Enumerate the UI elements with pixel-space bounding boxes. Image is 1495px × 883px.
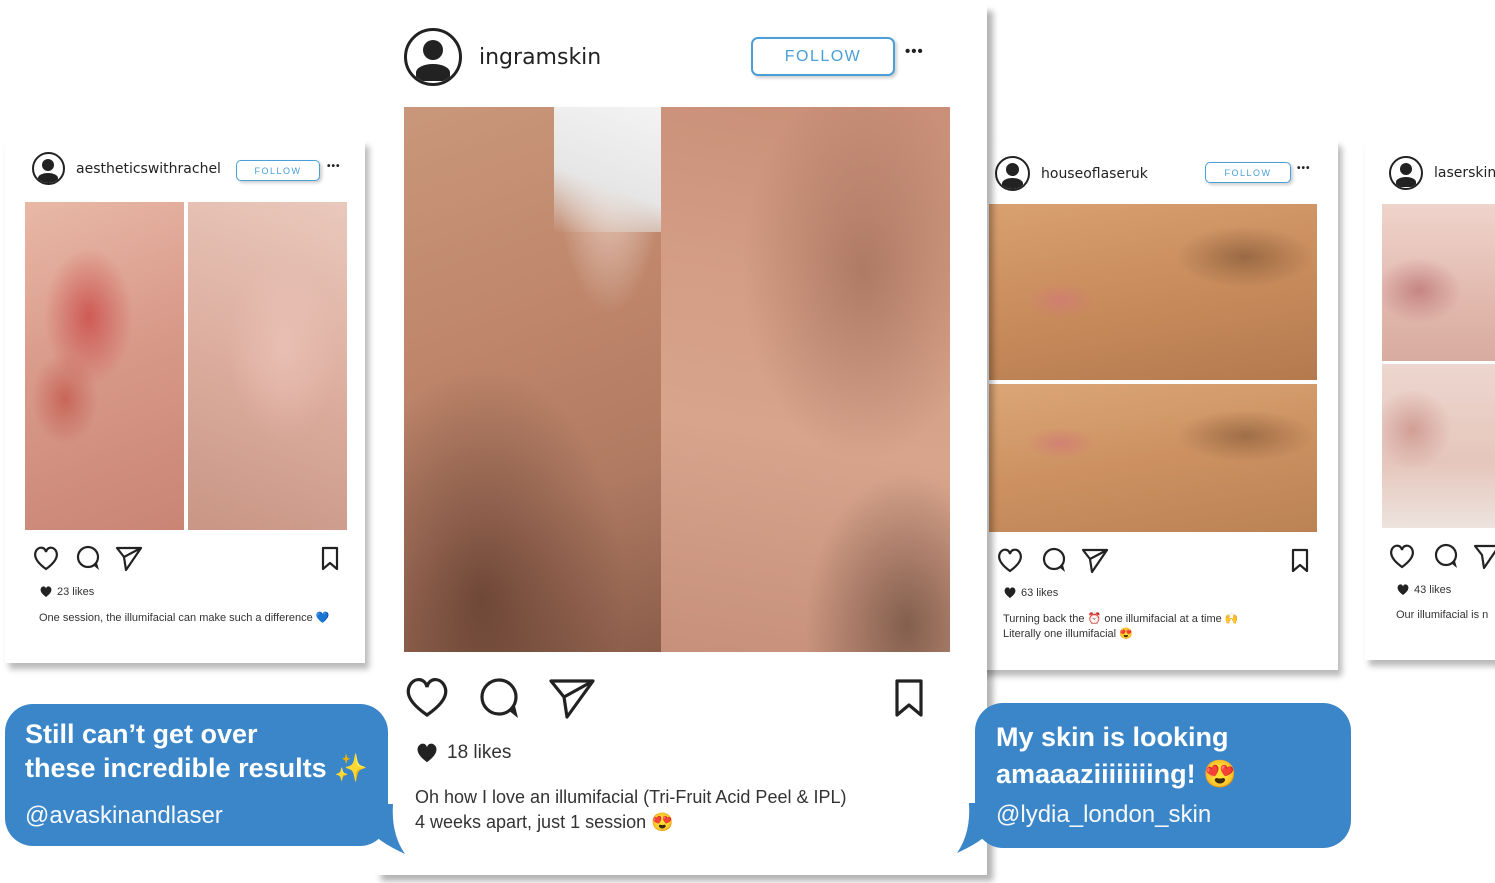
post-header: laserskins bbox=[1389, 156, 1495, 190]
caption-line-1: Oh how I love an illumifacial (Tri-Fruit… bbox=[415, 787, 847, 807]
testimonial-bubble-left: Still can’t get over these incredible re… bbox=[5, 704, 405, 854]
share-icon[interactable] bbox=[1473, 544, 1495, 570]
more-options-icon[interactable]: ••• bbox=[1297, 163, 1311, 174]
heart-filled-icon bbox=[417, 743, 437, 762]
likes-count: 18 likes bbox=[415, 742, 511, 764]
user-avatar-icon[interactable] bbox=[404, 28, 462, 86]
post-photo bbox=[404, 107, 950, 652]
testimonial-quote-line-1: My skin is looking bbox=[996, 722, 1229, 752]
user-avatar-icon[interactable] bbox=[32, 152, 65, 185]
testimonial-quote-line-1: Still can’t get over bbox=[25, 719, 258, 749]
heart-icon[interactable] bbox=[406, 678, 448, 717]
post-caption: One session, the illumifacial can make s… bbox=[39, 612, 330, 624]
follow-button[interactable]: FOLLOW bbox=[751, 37, 895, 76]
post-card-houseoflaseruk: houseoflaseruk FOLLOW ••• 63 likes Turni… bbox=[975, 140, 1338, 670]
post-photo bbox=[1382, 204, 1495, 528]
username[interactable]: houseoflaseruk bbox=[1041, 166, 1148, 182]
post-card-ingramskin: ingramskin FOLLOW ••• 18 likes Oh how I … bbox=[375, 5, 987, 875]
testimonial-handle: @lydia_london_skin bbox=[996, 801, 1212, 828]
username[interactable]: ingramskin bbox=[479, 45, 601, 70]
post-photo bbox=[25, 202, 347, 530]
username[interactable]: laserskins bbox=[1434, 165, 1495, 181]
heart-filled-icon bbox=[1397, 584, 1409, 595]
likes-count: 63 likes bbox=[1003, 587, 1058, 599]
likes-count: 43 likes bbox=[1396, 584, 1451, 596]
bookmark-icon[interactable] bbox=[321, 546, 339, 571]
caption-line-1: Turning back the ⏰ one illumifacial at a… bbox=[1003, 613, 1239, 625]
caption-line-2: Literally one illumifacial 😍 bbox=[1003, 627, 1133, 640]
follow-button[interactable]: FOLLOW bbox=[236, 160, 320, 181]
caption-line-2: 4 weeks apart, just 1 session 😍 bbox=[415, 812, 674, 833]
share-icon[interactable] bbox=[549, 679, 595, 719]
bookmark-icon[interactable] bbox=[1291, 548, 1309, 573]
post-photo bbox=[989, 204, 1317, 532]
user-avatar-icon[interactable] bbox=[995, 156, 1030, 191]
username[interactable]: aestheticswithrachel bbox=[76, 161, 221, 177]
heart-icon[interactable] bbox=[1390, 544, 1414, 569]
post-caption: Our illumifacial is n bbox=[1396, 609, 1489, 621]
testimonial-quote-line-2: these incredible results ✨ bbox=[25, 752, 368, 783]
testimonial-quote-line-2: amaaaziiiiiiiing! 😍 bbox=[996, 758, 1237, 789]
post-header: aestheticswithrachel bbox=[32, 152, 221, 185]
user-avatar-icon[interactable] bbox=[1389, 156, 1423, 190]
follow-button[interactable]: FOLLOW bbox=[1205, 162, 1291, 183]
comment-icon[interactable] bbox=[76, 545, 100, 570]
comment-icon[interactable] bbox=[1434, 543, 1458, 568]
likes-count: 23 likes bbox=[39, 586, 94, 598]
heart-filled-icon bbox=[40, 586, 52, 597]
more-options-icon[interactable]: ••• bbox=[905, 43, 924, 60]
post-caption: Oh how I love an illumifacial (Tri-Fruit… bbox=[415, 785, 846, 835]
post-header: ingramskin bbox=[404, 28, 601, 86]
post-header: houseoflaseruk bbox=[995, 156, 1148, 191]
post-card-laserskins: laserskins 43 likes Our illumifacial is … bbox=[1365, 140, 1495, 660]
heart-filled-icon bbox=[1004, 587, 1016, 598]
more-options-icon[interactable]: ••• bbox=[327, 161, 341, 172]
post-card-aestheticswithrachel: aestheticswithrachel FOLLOW ••• 23 likes… bbox=[5, 140, 365, 663]
testimonial-bubble-right: My skin is looking amaaaziiiiiiiing! 😍 @… bbox=[957, 703, 1351, 853]
share-icon[interactable] bbox=[1081, 548, 1109, 574]
share-icon[interactable] bbox=[115, 546, 143, 572]
comment-icon[interactable] bbox=[480, 678, 518, 718]
heart-icon[interactable] bbox=[998, 548, 1022, 573]
post-caption: Turning back the ⏰ one illumifacial at a… bbox=[1003, 612, 1238, 642]
comment-icon[interactable] bbox=[1042, 547, 1066, 572]
testimonial-handle: @avaskinandlaser bbox=[25, 802, 223, 829]
heart-icon[interactable] bbox=[34, 546, 58, 571]
bookmark-icon[interactable] bbox=[895, 679, 923, 717]
